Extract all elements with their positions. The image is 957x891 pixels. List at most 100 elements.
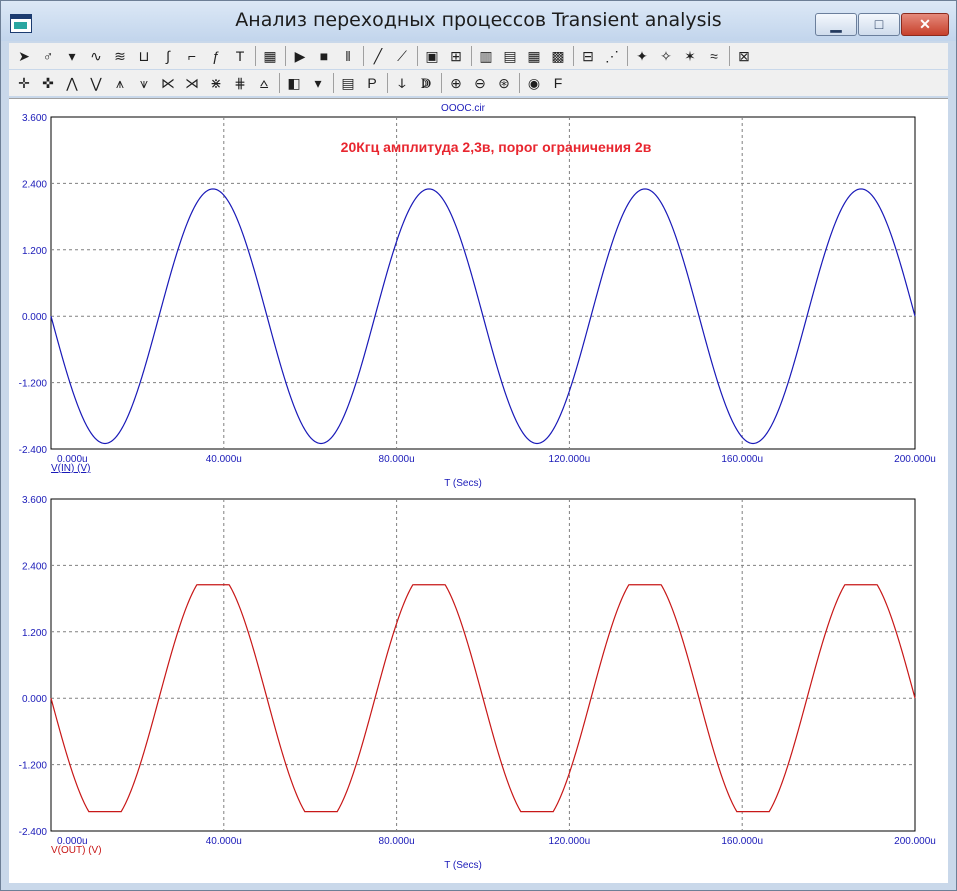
- legend-entry: V(OUT) (V): [51, 845, 102, 856]
- tracker-icon[interactable]: ⋰: [601, 45, 623, 67]
- cursor-cross-icon[interactable]: ✛: [13, 72, 35, 94]
- curve-5-icon[interactable]: ⌐: [181, 45, 203, 67]
- toolbar-separator: [285, 46, 286, 66]
- valley-icon[interactable]: ⋁: [85, 72, 107, 94]
- baseline-icon[interactable]: ⊟: [577, 45, 599, 67]
- toolbar-separator: [573, 46, 574, 66]
- y-tick-label: 3.600: [22, 495, 47, 506]
- grid-minor-icon[interactable]: ▦: [523, 45, 545, 67]
- properties-icon[interactable]: ▦: [259, 45, 281, 67]
- toolbar-separator: [333, 73, 334, 93]
- text-icon[interactable]: T: [229, 45, 251, 67]
- chart-annotation: 20Кгц амплитуда 2,3в, порог ограничения …: [341, 139, 652, 155]
- high-icon[interactable]: ⩚: [109, 72, 131, 94]
- window-title: Анализ переходных процессов Transient an…: [235, 9, 722, 31]
- run-icon[interactable]: ▶: [289, 45, 311, 67]
- zoom-box-icon[interactable]: ▣: [421, 45, 443, 67]
- y-tick-label: 0.000: [22, 312, 47, 323]
- toolbar-separator: [471, 46, 472, 66]
- plots-svg[interactable]: 3.6002.4001.2000.000-1.200-2.4000.000u 40…: [9, 99, 948, 883]
- y-tick-label: -1.200: [19, 761, 48, 772]
- title-bar[interactable]: Анализ переходных процессов Transient an…: [1, 1, 956, 41]
- x-tick-label: 160.000u: [721, 836, 763, 847]
- toolbar-top: ➤ ♂ ▾ ∿ ≋ ⊔ ∫ ⌐ ƒ T ▦ ▶ ■ ‖ ╱ ⟋ ▣ ⊞ ▥ ▤ ▦ ▩ ⊟ ⋰ ✦ ✧ ✶ ≈ ⊠: [9, 43, 948, 69]
- zoom-in-icon[interactable]: ⊕: [445, 72, 467, 94]
- marker-4-icon[interactable]: ≈: [703, 45, 725, 67]
- top-icon[interactable]: ⩟: [253, 72, 275, 94]
- grid-dots-icon[interactable]: ▩: [547, 45, 569, 67]
- low-icon[interactable]: ⩛: [133, 72, 155, 94]
- data-points-icon[interactable]: P: [361, 72, 383, 94]
- zoom-out-icon[interactable]: ⊖: [469, 72, 491, 94]
- toolbar-separator: [441, 73, 442, 93]
- x-tick-label: 40.000u: [206, 454, 242, 465]
- global-low-icon[interactable]: ⋕: [229, 72, 251, 94]
- y-tick-label: 2.400: [22, 561, 47, 572]
- x-tick-label: 80.000u: [379, 836, 415, 847]
- slope-icon[interactable]: ⋊: [181, 72, 203, 94]
- curve-3-icon[interactable]: ⊔: [133, 45, 155, 67]
- inflect-icon[interactable]: ⋉: [157, 72, 179, 94]
- toolbar-separator: [417, 46, 418, 66]
- legend-entry: V(IN) (V): [51, 463, 90, 474]
- x-tick-label: 200.000u: [894, 454, 936, 465]
- peak-icon[interactable]: ⋀: [61, 72, 83, 94]
- grid-icon[interactable]: ⊞: [445, 45, 467, 67]
- dropdown-icon[interactable]: ▾: [61, 45, 83, 67]
- font-icon[interactable]: F: [547, 72, 569, 94]
- palette-icon[interactable]: ◉: [523, 72, 545, 94]
- x-axis-label: T (Secs): [444, 478, 482, 489]
- toolbar-separator: [519, 73, 520, 93]
- stop-icon[interactable]: ■: [313, 45, 335, 67]
- marker-2-icon[interactable]: ✧: [655, 45, 677, 67]
- component-icon[interactable]: ♂: [37, 45, 59, 67]
- chart-title: OOOC.cir: [441, 103, 486, 114]
- plot-frame: [50, 116, 916, 450]
- app-window: Анализ переходных процессов Transient an…: [0, 0, 957, 891]
- toolbar-bottom: ✛ ✜ ⋀ ⋁ ⩚ ⩛ ⋉ ⋊ ⋇ ⋕ ⩟ ◧ ▾ ▤ P ↆ ↇ ⊕ ⊖ ⊛ ◉ F: [9, 70, 948, 96]
- global-high-icon[interactable]: ⋇: [205, 72, 227, 94]
- close-button[interactable]: ✕: [901, 13, 949, 36]
- curve-4-icon[interactable]: ∫: [157, 45, 179, 67]
- line-icon[interactable]: ╱: [367, 45, 389, 67]
- x-tick-label: 120.000u: [549, 836, 591, 847]
- zoom-fit-icon[interactable]: ⊛: [493, 72, 515, 94]
- maximize-button[interactable]: □: [858, 13, 900, 36]
- select-arrow-icon[interactable]: ➤: [13, 45, 35, 67]
- delete-icon[interactable]: ⊠: [733, 45, 755, 67]
- toolbar-separator: [387, 73, 388, 93]
- curve-1-icon[interactable]: ∿: [85, 45, 107, 67]
- y-tick-label: -1.200: [19, 379, 48, 390]
- grid-h-icon[interactable]: ▤: [499, 45, 521, 67]
- x-tick-label: 200.000u: [894, 836, 936, 847]
- plot-frame: [50, 498, 916, 832]
- folder-icon[interactable]: ◧: [283, 72, 305, 94]
- tag-2-icon[interactable]: ↇ: [415, 72, 437, 94]
- x-tick-label: 120.000u: [549, 454, 591, 465]
- tag-1-icon[interactable]: ↆ: [391, 72, 413, 94]
- marker-1-icon[interactable]: ✦: [631, 45, 653, 67]
- minimize-button[interactable]: ▁: [815, 13, 857, 36]
- x-axis-label: T (Secs): [444, 860, 482, 871]
- plot-area: 3.600 2.400 1.200 0.000 -1.200 -2.400 0.000u 40…: [9, 98, 948, 883]
- curve-6-icon[interactable]: ƒ: [205, 45, 227, 67]
- marker-3-icon[interactable]: ✶: [679, 45, 701, 67]
- dropdown2-icon[interactable]: ▾: [307, 72, 329, 94]
- toolbar-separator: [255, 46, 256, 66]
- y-tick-label: -2.400: [19, 445, 48, 456]
- y-tick-label: 1.200: [22, 246, 47, 257]
- grid-v-icon[interactable]: ▥: [475, 45, 497, 67]
- pause-icon[interactable]: ‖: [337, 45, 359, 67]
- curve-2-icon[interactable]: ≋: [109, 45, 131, 67]
- toolbar-separator: [729, 46, 730, 66]
- y-tick-label: -2.400: [19, 827, 48, 838]
- table-icon[interactable]: ▤: [337, 72, 359, 94]
- toolbar-separator: [627, 46, 628, 66]
- line-points-icon[interactable]: ⟋: [391, 45, 413, 67]
- x-tick-label: 80.000u: [379, 454, 415, 465]
- x-tick-label: 40.000u: [206, 836, 242, 847]
- x-tick-label: 160.000u: [721, 454, 763, 465]
- cursor-move-icon[interactable]: ✜: [37, 72, 59, 94]
- toolbar-separator: [279, 73, 280, 93]
- y-tick-label: 2.400: [22, 179, 47, 190]
